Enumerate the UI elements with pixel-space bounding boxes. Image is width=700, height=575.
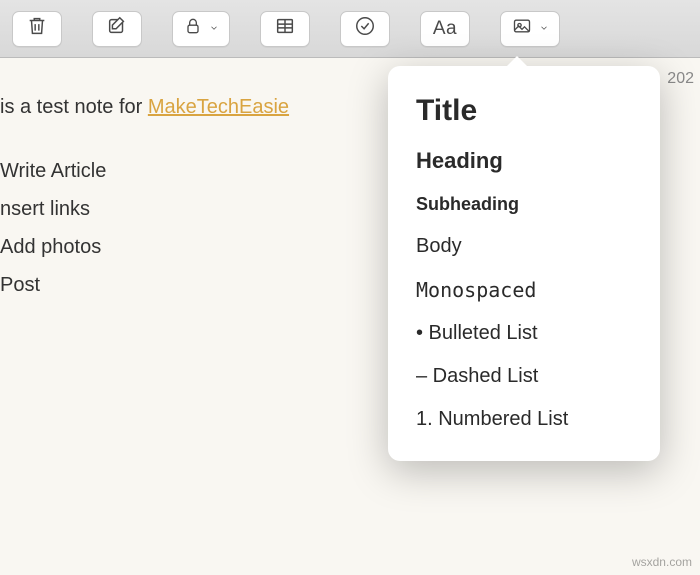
format-option-title[interactable]: Title xyxy=(388,84,660,138)
lock-icon xyxy=(183,16,203,41)
format-option-bulleted[interactable]: • Bulleted List xyxy=(388,312,660,355)
chevron-down-icon xyxy=(539,20,549,38)
checklist-icon xyxy=(354,15,376,42)
format-icon: Aa xyxy=(433,18,457,40)
trash-icon xyxy=(26,15,48,42)
format-option-subheading[interactable]: Subheading xyxy=(388,184,660,225)
media-button[interactable] xyxy=(500,11,560,47)
format-button[interactable]: Aa xyxy=(420,11,470,47)
photo-icon xyxy=(511,16,533,41)
format-option-monospaced[interactable]: Monospaced xyxy=(388,268,660,312)
format-dropdown: Title Heading Subheading Body Monospaced… xyxy=(388,66,660,461)
compose-icon xyxy=(106,15,128,42)
table-icon xyxy=(274,15,296,42)
table-button[interactable] xyxy=(260,11,310,47)
new-note-button[interactable] xyxy=(92,11,142,47)
chevron-down-icon xyxy=(209,20,219,38)
lock-button[interactable] xyxy=(172,11,230,47)
delete-button[interactable] xyxy=(12,11,62,47)
format-option-dashed[interactable]: – Dashed List xyxy=(388,355,660,398)
watermark: wsxdn.com xyxy=(632,555,692,569)
note-link[interactable]: MakeTechEasie xyxy=(148,96,289,118)
timestamp: 202 xyxy=(667,70,694,88)
note-text: is a test note for xyxy=(0,96,148,118)
format-option-heading[interactable]: Heading xyxy=(388,138,660,184)
format-option-body[interactable]: Body xyxy=(388,225,660,268)
format-option-numbered[interactable]: 1. Numbered List xyxy=(388,398,660,441)
toolbar: Aa xyxy=(0,0,700,58)
checklist-button[interactable] xyxy=(340,11,390,47)
